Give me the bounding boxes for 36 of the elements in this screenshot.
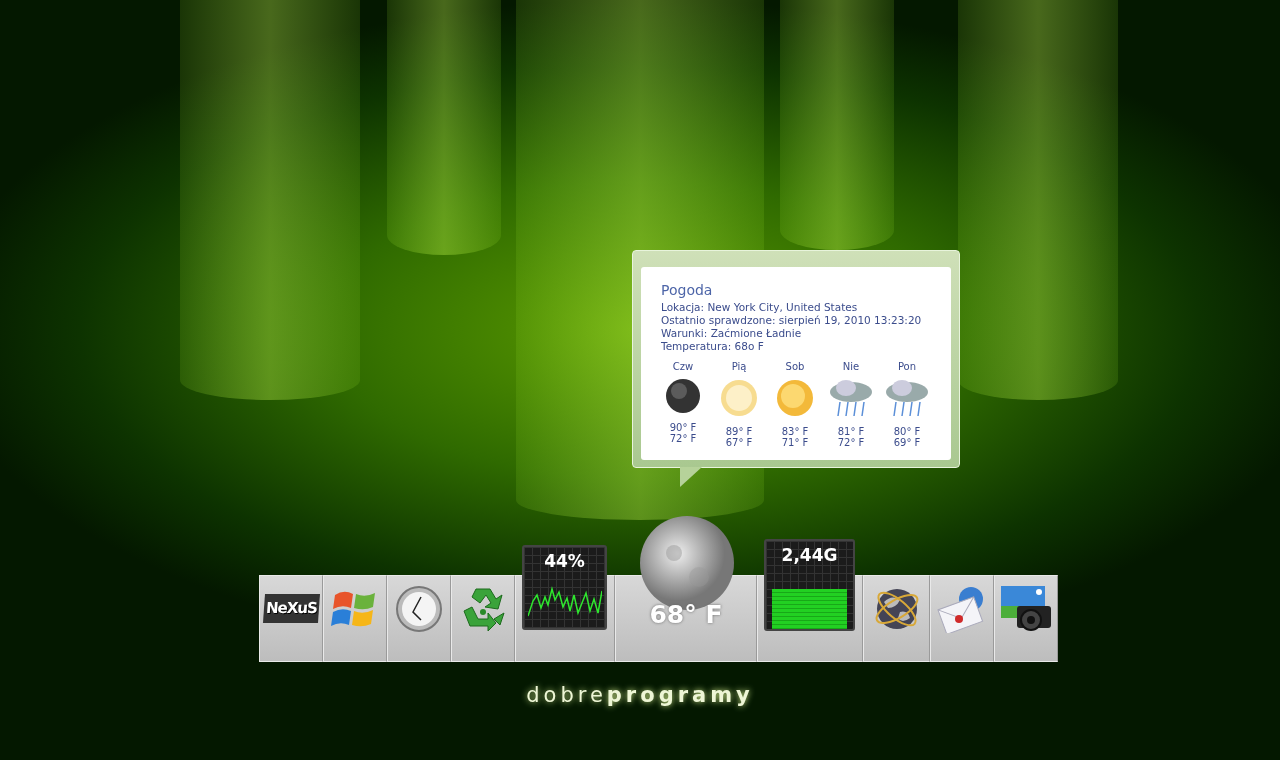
- info-line: Warunki: Zaćmione Ładnie: [661, 327, 803, 340]
- memory-meter[interactable]: 2,44G: [764, 539, 855, 631]
- popup-tail: [680, 467, 702, 487]
- low-temperature: 71° F: [781, 437, 809, 448]
- clock-icon: [395, 584, 443, 633]
- popup-title: Pogoda: [661, 281, 714, 299]
- info-line: Temperatura: 68o F: [661, 340, 765, 353]
- low-temperature: 72° F: [837, 437, 865, 448]
- info-line: Ostatnio sprawdzone: sierpień 19, 2010 13:23:20: [661, 314, 923, 327]
- high-temperature: 83° F: [781, 426, 809, 437]
- meter-reading: 44%: [543, 551, 586, 571]
- day-label: Nie: [842, 361, 860, 372]
- day-label: Pon: [897, 361, 917, 372]
- sun-icon: [719, 378, 759, 418]
- moon-icon: [665, 378, 701, 414]
- info-line: Lokacja: New York City, United States: [661, 301, 859, 314]
- low-temperature: 69° F: [893, 437, 921, 448]
- day-label: Pią: [731, 361, 747, 372]
- day-label: Czw: [672, 361, 694, 372]
- meter-reading: 2,44G: [780, 545, 839, 565]
- low-temperature: 67° F: [725, 437, 753, 448]
- dock-item[interactable]: [994, 575, 1058, 662]
- high-temperature: 81° F: [837, 426, 865, 437]
- dock-item[interactable]: [863, 575, 930, 662]
- rain-cloud-icon: [828, 378, 874, 418]
- high-temperature: 80° F: [893, 426, 921, 437]
- day-label: Sob: [785, 361, 805, 372]
- low-temperature: 72° F: [669, 433, 697, 444]
- high-temperature: 90° F: [669, 422, 697, 433]
- camera-photo-icon: [999, 583, 1053, 634]
- dock-item[interactable]: NeXuS: [259, 575, 323, 662]
- sun-icon: [775, 378, 815, 418]
- high-temperature: 89° F: [725, 426, 753, 437]
- logo-text: NeXuS: [262, 594, 320, 623]
- rain-cloud-icon: [884, 378, 930, 418]
- cpu-meter[interactable]: 44%: [522, 545, 607, 630]
